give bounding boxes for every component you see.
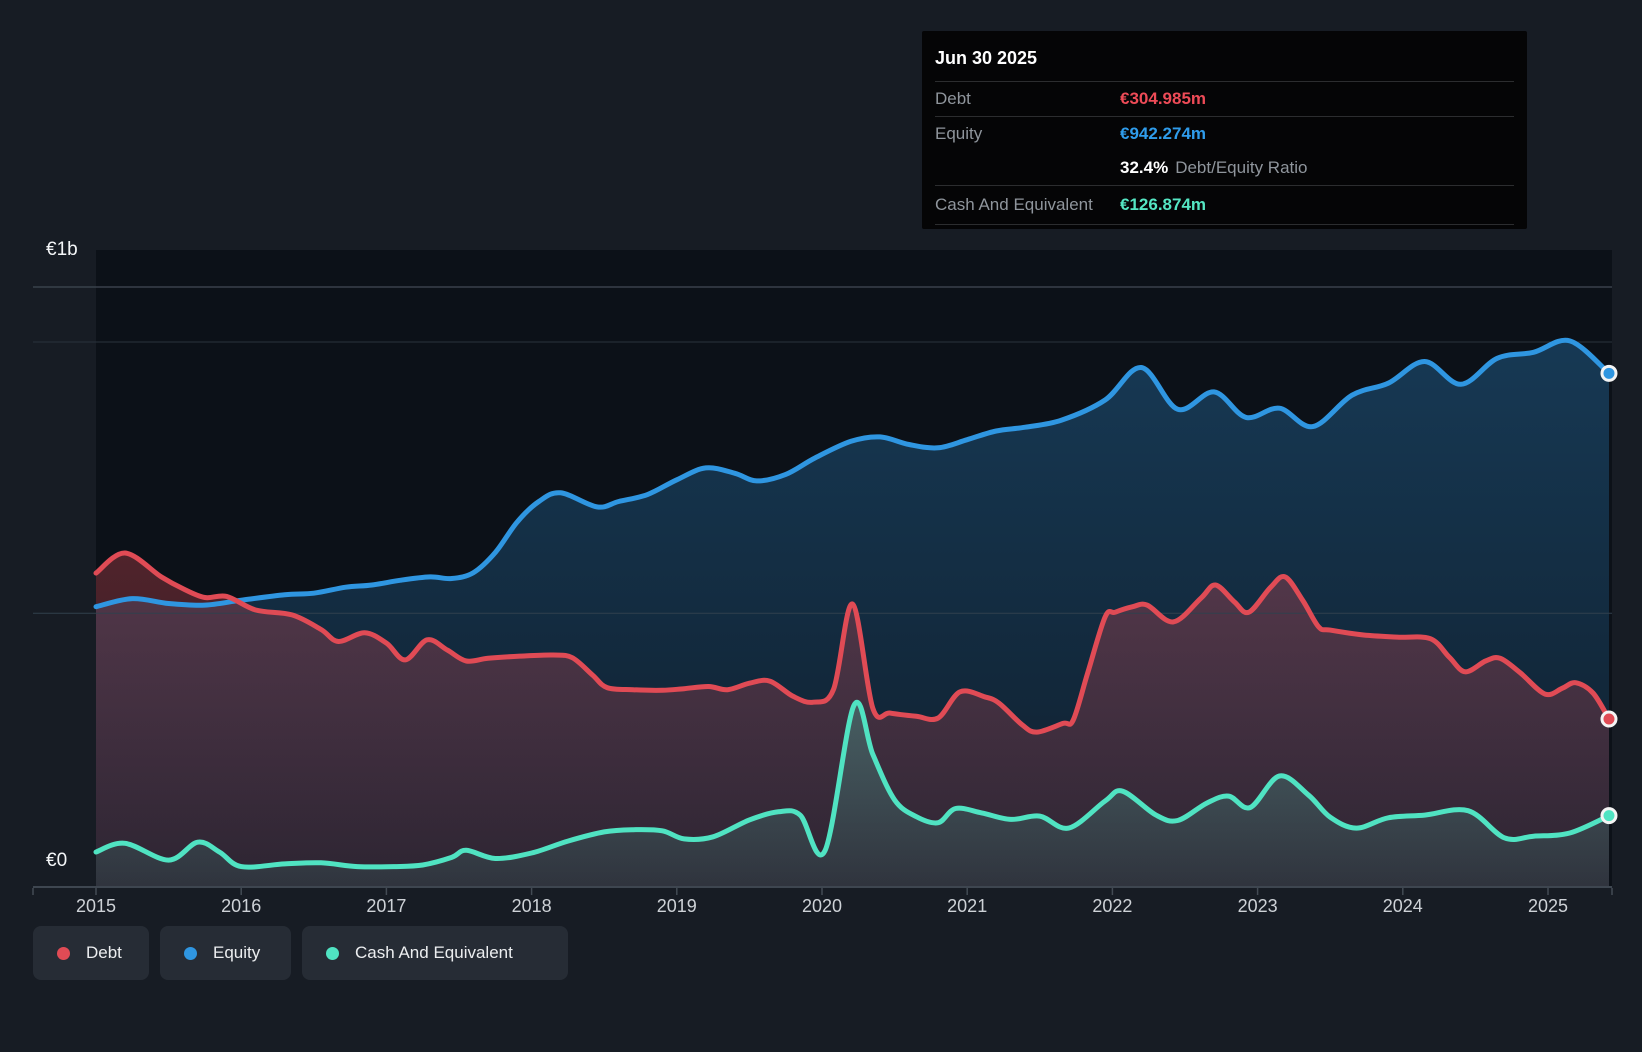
tooltip-row-cash: Cash And Equivalent €126.874m (935, 185, 1514, 225)
legend-cash-toggle[interactable]: Cash And Equivalent (302, 926, 568, 980)
x-axis-year-label: 2020 (802, 896, 842, 917)
tooltip-equity-value: €942.274m (1120, 124, 1206, 144)
x-axis-year-label: 2018 (512, 896, 552, 917)
x-axis-year-label: 2024 (1383, 896, 1423, 917)
x-axis-year-label: 2021 (947, 896, 987, 917)
legend-equity-label: Equity (213, 943, 260, 963)
x-axis-year-label: 2016 (221, 896, 261, 917)
debt-series-dot-icon (57, 947, 70, 960)
tooltip-cash-value: €126.874m (1120, 195, 1206, 215)
tooltip-equity-label: Equity (935, 124, 1120, 144)
cash-series-dot-icon (326, 947, 339, 960)
x-axis-year-label: 2017 (366, 896, 406, 917)
x-axis-year-label: 2023 (1238, 896, 1278, 917)
tooltip-date: Jun 30 2025 (935, 31, 1514, 81)
debt-equity-history-chart: €1b €0 2015 2016 2017 2018 2019 2020 2021 2022 2… (0, 0, 1642, 1052)
legend-debt-toggle[interactable]: Debt (33, 926, 149, 980)
tooltip-ratio-label: Debt/Equity Ratio (1175, 158, 1307, 178)
tooltip-row-equity: Equity €942.274m (935, 116, 1514, 151)
chart-tooltip: Jun 30 2025 Debt €304.985m Equity €942.2… (922, 31, 1527, 229)
tooltip-debt-label: Debt (935, 89, 1120, 109)
y-axis-label-1b: €1b (46, 239, 78, 261)
tooltip-debt-value: €304.985m (1120, 89, 1206, 109)
legend-cash-label: Cash And Equivalent (355, 943, 513, 963)
legend-debt-label: Debt (86, 943, 122, 963)
x-axis-year-label: 2025 (1528, 896, 1568, 917)
x-axis-year-label: 2015 (76, 896, 116, 917)
equity-series-dot-icon (184, 947, 197, 960)
y-axis-label-0: €0 (46, 850, 67, 872)
tooltip-ratio-value: 32.4% (1120, 158, 1168, 178)
tooltip-cash-label: Cash And Equivalent (935, 195, 1120, 215)
chart-legend: Debt Equity Cash And Equivalent (33, 926, 568, 980)
tooltip-row-debt: Debt €304.985m (935, 81, 1514, 116)
legend-equity-toggle[interactable]: Equity (160, 926, 291, 980)
x-axis-year-label: 2019 (657, 896, 697, 917)
tooltip-row-ratio: 32.4% Debt/Equity Ratio (935, 151, 1514, 185)
x-axis-year-label: 2022 (1092, 896, 1132, 917)
